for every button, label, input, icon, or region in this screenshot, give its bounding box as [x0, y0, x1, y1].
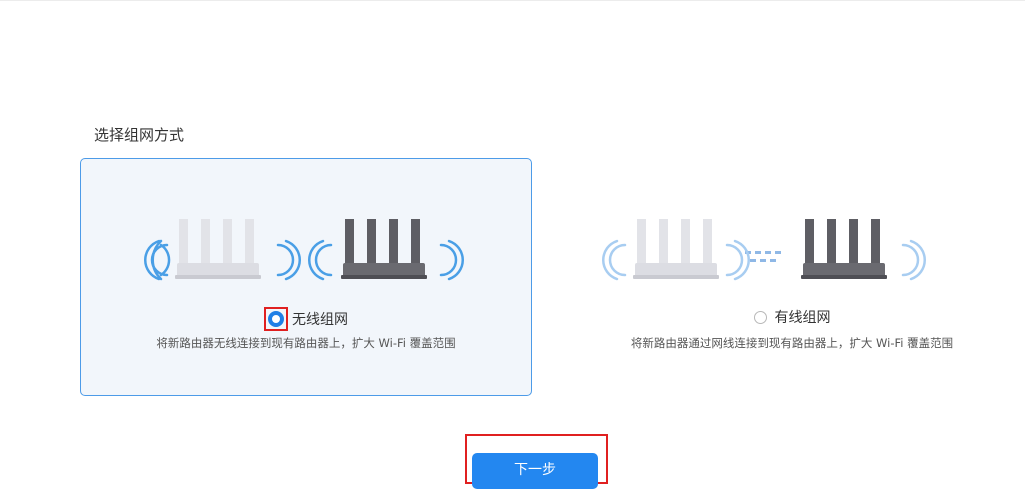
- next-button[interactable]: 下一步: [472, 453, 598, 489]
- radio-highlight-box: [264, 307, 288, 331]
- option-description-wireless: 将新路由器无线连接到现有路由器上，扩大 Wi-Fi 覆盖范围: [156, 336, 456, 350]
- radio-row-wireless[interactable]: 无线组网: [81, 307, 531, 331]
- top-divider: [0, 0, 1025, 1]
- network-cable-icon: [745, 251, 781, 262]
- option-card-wired[interactable]: 有线组网 将新路由器通过网线连接到现有路由器上，扩大 Wi-Fi 覆盖范围: [566, 158, 1018, 396]
- radio-row-wired[interactable]: 有线组网: [567, 307, 1017, 327]
- new-router-icon: [633, 219, 719, 279]
- wired-network-illustration: [602, 219, 926, 281]
- radio-selected-icon[interactable]: [268, 311, 284, 327]
- new-router-icon: [175, 219, 261, 279]
- option-label-wireless: 无线组网: [292, 312, 348, 328]
- existing-router-icon: [801, 219, 887, 279]
- wireless-network-illustration: [144, 219, 464, 281]
- existing-router-icon: [341, 219, 427, 279]
- radio-unselected-icon[interactable]: [753, 310, 767, 324]
- option-card-wireless[interactable]: 无线组网 将新路由器无线连接到现有路由器上，扩大 Wi-Fi 覆盖范围: [80, 158, 532, 396]
- option-description-wired: 将新路由器通过网线连接到现有路由器上，扩大 Wi-Fi 覆盖范围: [630, 336, 954, 350]
- page-title: 选择组网方式: [94, 126, 185, 144]
- option-label-wired: 有线组网: [774, 310, 831, 326]
